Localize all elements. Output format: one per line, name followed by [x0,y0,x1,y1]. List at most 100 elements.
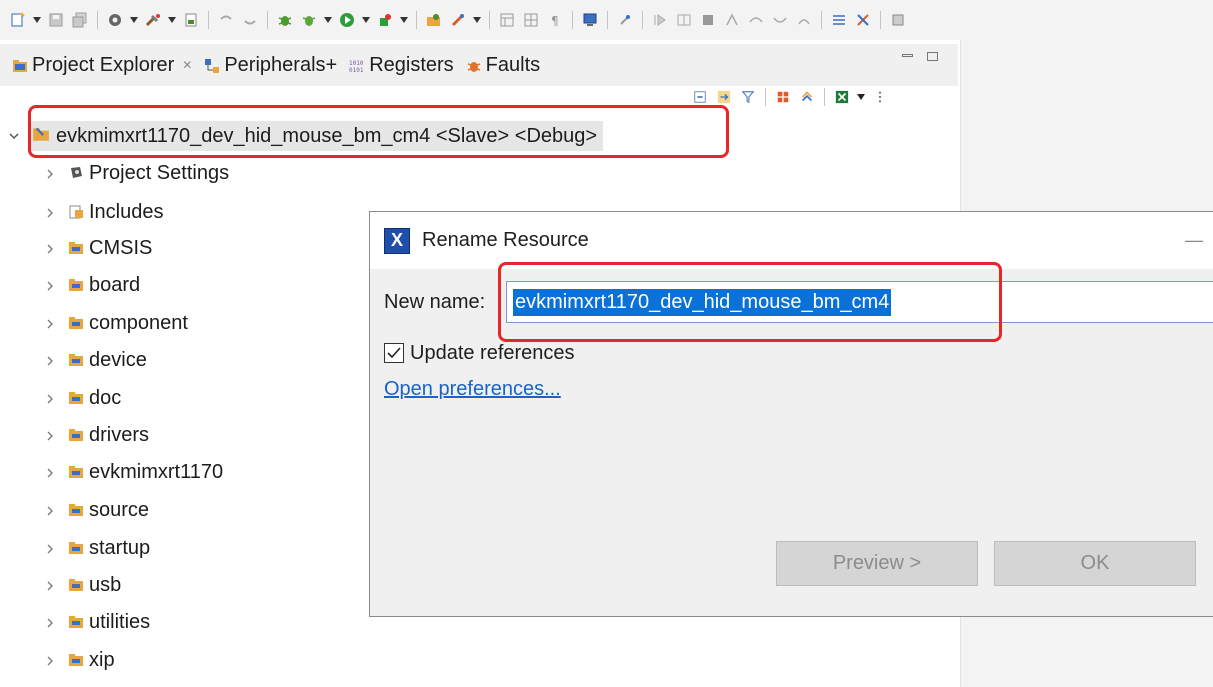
debug-alt-icon[interactable] [299,10,319,30]
tree-item-device[interactable]: device [44,345,147,375]
tab-project-explorer[interactable]: Project Explorer ✕ [12,54,192,77]
link-editor-icon[interactable] [714,87,734,107]
view-menu-icon[interactable] [856,87,866,107]
save-all-icon[interactable] [70,10,90,30]
tree-item-xip[interactable]: xip [44,645,115,675]
grid-icon[interactable] [773,87,793,107]
tree-item-evkmimxrt1170[interactable]: evkmimxrt1170 [44,457,223,487]
build-icon[interactable] [143,10,163,30]
cpu-icon[interactable] [888,10,908,30]
redo-icon[interactable] [240,10,260,30]
undo-icon[interactable] [216,10,236,30]
tree-item-includes[interactable]: Includes [44,197,164,227]
tree-item-label: drivers [89,423,150,446]
open-preferences-link[interactable]: Open preferences... [384,378,561,401]
maximize-icon[interactable] [927,52,938,61]
chevron-right-icon[interactable] [44,654,56,666]
tab-peripherals[interactable]: Peripherals+ [204,54,337,77]
tree-item-usb[interactable]: usb [44,570,121,600]
dialog-title-bar[interactable]: X Rename Resource — [370,212,1213,269]
monitor-icon[interactable] [580,10,600,30]
chevron-right-icon[interactable] [44,167,56,179]
chevron-right-icon[interactable] [44,504,56,516]
pin-icon[interactable] [615,10,635,30]
chevron-right-icon[interactable] [44,429,56,441]
chevron-right-icon[interactable] [44,579,56,591]
close-icon[interactable]: ✕ [182,58,192,72]
layout-icon[interactable] [497,10,517,30]
new-icon[interactable] [8,10,28,30]
more-icon[interactable] [870,87,890,107]
settings-dropdown-icon[interactable] [129,10,139,30]
svg-text:0101: 0101 [349,67,364,74]
memory-icon[interactable] [674,10,694,30]
tree-item-label: evkmimxrt1170 [89,460,224,483]
chevron-down-icon[interactable] [6,128,22,144]
sync-icon[interactable] [797,87,817,107]
tree-item-board[interactable]: board [44,270,140,300]
toolbar-separator [880,11,881,29]
stop-icon[interactable] [698,10,718,30]
update-references-checkbox[interactable] [384,343,404,363]
filter-icon[interactable] [738,87,758,107]
clipboard-icon[interactable] [181,10,201,30]
chevron-right-icon[interactable] [44,354,56,366]
registers-icon: 1010 0101 [349,57,365,74]
excel-icon[interactable] [832,87,852,107]
tree-item-cmsis[interactable]: CMSIS [44,233,152,263]
chevron-right-icon[interactable] [44,392,56,404]
link-icon[interactable] [853,10,873,30]
chevron-right-icon[interactable] [44,616,56,628]
open-perspective-icon[interactable] [424,10,444,30]
debug-icon[interactable] [275,10,295,30]
rocket-icon[interactable] [448,10,468,30]
tree-item-utilities[interactable]: utilities [44,607,150,637]
tree-item-label: Project Settings [89,161,230,184]
build-dropdown-icon[interactable] [167,10,177,30]
minimize-icon[interactable] [902,54,913,57]
tree-item-project-settings[interactable]: Project Settings [44,158,229,188]
faults-icon [466,57,482,73]
step-over-icon[interactable] [746,10,766,30]
folder-icon [68,315,84,331]
debug-dropdown-icon[interactable] [323,10,333,30]
run-icon[interactable] [337,10,357,30]
chevron-right-icon[interactable] [44,206,56,218]
save-icon[interactable] [46,10,66,30]
tree-item-doc[interactable]: doc [44,383,121,413]
tab-faults[interactable]: Faults [466,54,540,77]
chevron-right-icon[interactable] [44,242,56,254]
chevron-right-icon[interactable] [44,466,56,478]
settings-icon[interactable] [105,10,125,30]
step-icon[interactable] [650,10,670,30]
preview-button[interactable]: Preview > [776,541,978,586]
collapse-all-icon[interactable] [690,87,710,107]
minimize-button[interactable]: — [1185,230,1203,251]
update-references-row[interactable]: Update references [384,338,575,368]
pilcrow-icon[interactable]: ¶ [545,10,565,30]
terminate-icon[interactable] [722,10,742,30]
new-dropdown-icon[interactable] [32,10,42,30]
tree-item-label: utilities [89,610,151,633]
tree-item-label: startup [89,536,151,559]
tab-registers[interactable]: 1010 0101 Registers [349,54,453,77]
chevron-right-icon[interactable] [44,542,56,554]
ok-button[interactable]: OK [994,541,1196,586]
external-tools-icon[interactable] [375,10,395,30]
run-dropdown-icon[interactable] [361,10,371,30]
resume-icon[interactable] [794,10,814,30]
settings-icon [68,165,84,181]
tree-item-drivers[interactable]: drivers [44,420,149,450]
external-tools-dropdown-icon[interactable] [399,10,409,30]
step-return-icon[interactable] [770,10,790,30]
folder-icon [68,390,84,406]
app-icon: X [384,227,410,254]
tree-item-component[interactable]: component [44,308,188,338]
tree-item-startup[interactable]: startup [44,533,150,563]
tree-item-source[interactable]: source [44,495,149,525]
list-icon[interactable] [829,10,849,30]
rocket-dropdown-icon[interactable] [472,10,482,30]
chevron-right-icon[interactable] [44,279,56,291]
table-icon[interactable] [521,10,541,30]
chevron-right-icon[interactable] [44,317,56,329]
